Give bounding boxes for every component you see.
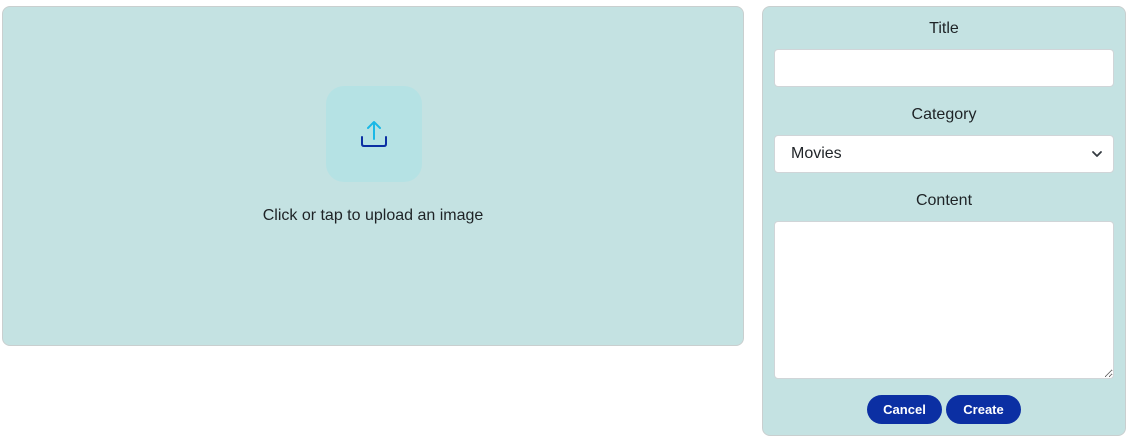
category-select[interactable]: Movies xyxy=(774,135,1114,173)
content-label: Content xyxy=(915,192,973,209)
post-form: Title Category Movies Content Cancel Cre… xyxy=(762,6,1126,436)
upload-icon xyxy=(361,121,387,147)
category-selected-value: Movies xyxy=(791,145,842,162)
upload-prompt-text: Click or tap to upload an image xyxy=(262,207,484,224)
content-textarea[interactable] xyxy=(774,221,1114,379)
title-input[interactable] xyxy=(774,49,1114,87)
title-label: Title xyxy=(929,20,959,37)
upload-icon-container[interactable] xyxy=(326,86,422,182)
create-button[interactable]: Create xyxy=(946,395,1021,424)
category-label: Category xyxy=(911,106,977,123)
cancel-button[interactable]: Cancel xyxy=(867,395,942,424)
image-upload-area[interactable]: Click or tap to upload an image xyxy=(2,6,744,346)
chevron-down-icon xyxy=(1092,151,1102,157)
